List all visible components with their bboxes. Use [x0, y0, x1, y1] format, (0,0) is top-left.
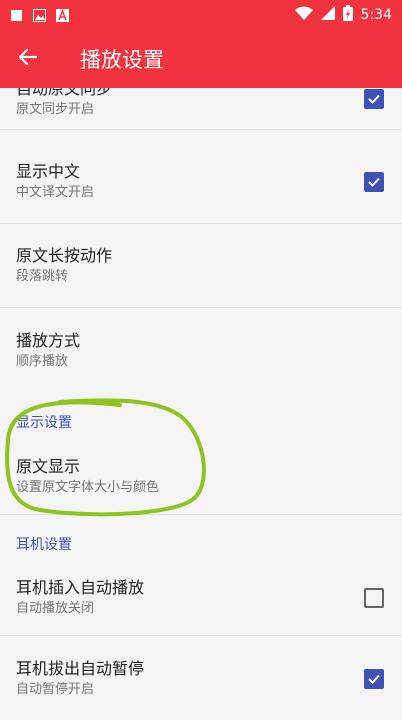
setting-show-chinese[interactable]: 显示中文 中文译文开启: [0, 141, 402, 224]
wifi-icon: [294, 6, 313, 24]
setting-title: 显示中文: [16, 162, 81, 181]
back-button[interactable]: [0, 30, 56, 88]
section-header-earphone: 耳机设置: [16, 537, 72, 553]
setting-subtitle: 原文同步开启: [16, 101, 95, 117]
app-a-icon: [56, 8, 69, 22]
auto-sync-checkbox[interactable]: [364, 88, 384, 109]
settings-list: 自动原文同步 原文同步开启 显示中文 中文译文开启 原文长按动作 段落跳转 播放…: [0, 88, 402, 720]
check-icon: [368, 674, 380, 684]
setting-long-press-action[interactable]: 原文长按动作 段落跳转: [0, 225, 402, 308]
check-icon: [368, 177, 380, 187]
earphone-autoplay-checkbox[interactable]: [364, 587, 384, 608]
setting-title: 耳机拔出自动暂停: [16, 658, 145, 678]
setting-title: 原文显示: [16, 457, 81, 476]
image-icon: [33, 8, 46, 22]
check-icon: [368, 94, 380, 104]
setting-title: 原文长按动作: [16, 246, 113, 265]
setting-auto-sync[interactable]: 自动原文同步 原文同步开启: [0, 88, 402, 130]
page-title: 播放设置: [80, 48, 164, 72]
battery-charging-icon: [342, 5, 353, 25]
setting-title: 耳机插入自动播放: [16, 577, 145, 597]
setting-earphone-autopause[interactable]: 耳机拔出自动暂停 自动暂停开启: [0, 637, 402, 720]
status-time: 5:34: [360, 7, 392, 23]
setting-subtitle: 段落跳转: [16, 269, 69, 284]
show-chinese-checkbox[interactable]: [364, 172, 384, 192]
notification-square-icon: [10, 9, 23, 22]
earphone-autopause-checkbox[interactable]: [364, 668, 384, 689]
setting-subtitle: 中文译文开启: [16, 185, 95, 200]
status-bar: 5:34: [0, 0, 402, 30]
setting-subtitle: 自动暂停开启: [16, 681, 95, 697]
setting-title: 播放方式: [16, 330, 81, 350]
setting-subtitle: 设置原文字体大小与颜色: [16, 480, 160, 495]
arrow-left-icon: [18, 47, 38, 71]
section-header-display: 显示设置: [16, 415, 72, 431]
setting-title: 自动原文同步: [16, 88, 113, 98]
setting-text-display[interactable]: 原文显示 设置原文字体大小与颜色: [0, 440, 402, 515]
app-bar: 播放设置: [0, 30, 402, 88]
signal-icon: [320, 6, 335, 24]
setting-subtitle: 顺序播放: [16, 353, 69, 369]
setting-play-mode[interactable]: 播放方式 顺序播放: [0, 309, 402, 392]
setting-earphone-autoplay[interactable]: 耳机插入自动播放 自动播放关闭: [0, 560, 402, 636]
setting-subtitle: 自动播放关闭: [16, 600, 95, 616]
